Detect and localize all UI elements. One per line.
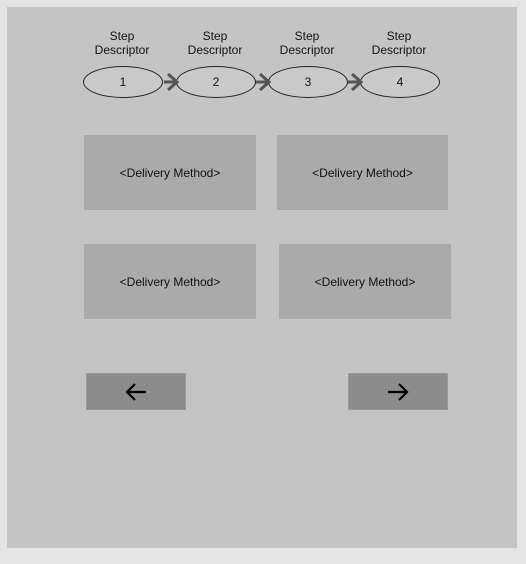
step-1-indicator[interactable]: 1 [83,66,163,98]
delivery-method-label: <Delivery Method> [314,274,416,289]
step-descriptor: Step Descriptor [94,29,150,57]
step-descriptor: Step Descriptor [371,29,427,57]
step-2-indicator[interactable]: 2 [176,66,256,98]
chevron-right-icon [348,72,363,92]
step-number: 3 [304,75,312,89]
delivery-method-option[interactable]: <Delivery Method> [84,244,256,319]
back-button[interactable] [86,373,186,410]
step-number: 2 [212,75,220,89]
delivery-method-label: <Delivery Method> [312,165,413,180]
step-descriptor: Step Descriptor [187,29,243,57]
chevron-right-icon [256,72,271,92]
step-number: 4 [396,75,404,89]
delivery-method-option[interactable]: <Delivery Method> [277,135,448,210]
next-button[interactable] [348,373,448,410]
step-descriptor: Step Descriptor [279,29,335,57]
delivery-method-option[interactable]: <Delivery Method> [279,244,451,319]
step-number: 1 [119,75,127,89]
delivery-method-option[interactable]: <Delivery Method> [84,135,256,210]
arrow-left-icon [125,382,146,401]
delivery-method-label: <Delivery Method> [119,165,221,180]
step-4-indicator[interactable]: 4 [360,66,440,98]
arrow-right-icon [388,382,409,401]
chevron-right-icon [164,72,179,92]
delivery-method-label: <Delivery Method> [119,274,221,289]
step-3-indicator[interactable]: 3 [268,66,348,98]
